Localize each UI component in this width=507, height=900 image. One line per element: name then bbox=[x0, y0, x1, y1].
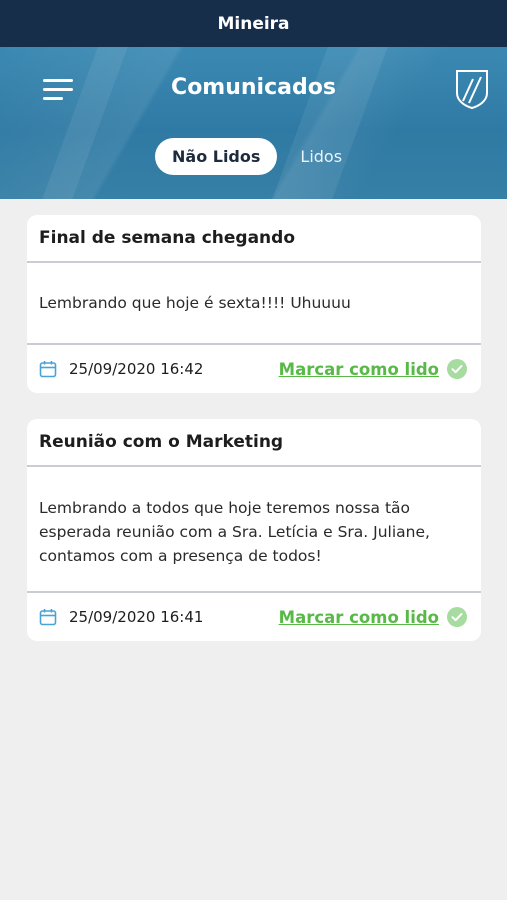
page-title: Comunicados bbox=[171, 75, 336, 100]
message-date: 25/09/2020 16:41 bbox=[69, 608, 204, 626]
message-title: Reunião com o Marketing bbox=[27, 419, 481, 467]
header: Comunicados Não Lidos Lidos bbox=[0, 47, 507, 199]
message-body-line: Lembrando a todos que hoje teremos nossa… bbox=[39, 499, 411, 517]
message-body-line: esperada reunião com a Sra. Letícia e Sr… bbox=[39, 523, 430, 541]
mark-as-read-label[interactable]: Marcar como lido bbox=[279, 608, 439, 627]
tab-nao-lidos[interactable]: Não Lidos bbox=[155, 137, 278, 175]
status-bar-title: Mineira bbox=[217, 13, 290, 34]
mark-as-read-label[interactable]: Marcar como lido bbox=[279, 360, 439, 379]
mark-as-read-button[interactable]: Marcar como lido bbox=[279, 593, 467, 641]
shield-logo-icon bbox=[456, 70, 488, 109]
header-background-decoration bbox=[272, 47, 388, 199]
message-body: Lembrando que hoje é sexta!!!! Uhuuuu bbox=[27, 263, 481, 345]
tab-label: Lidos bbox=[300, 146, 343, 166]
mark-as-read-button[interactable]: Marcar como lido bbox=[279, 345, 467, 393]
status-bar: Mineira bbox=[0, 0, 507, 47]
message-body-line: Lembrando que hoje é sexta!!!! Uhuuuu bbox=[39, 294, 351, 312]
check-circle-icon[interactable] bbox=[447, 607, 467, 627]
message-date: 25/09/2020 16:42 bbox=[69, 360, 204, 378]
calendar-icon bbox=[39, 361, 57, 378]
tab-label: Não Lidos bbox=[172, 146, 261, 166]
message-body-line: contamos com a presença de todos! bbox=[39, 547, 322, 565]
check-circle-icon[interactable] bbox=[447, 359, 467, 379]
calendar-icon bbox=[39, 609, 57, 626]
message-body: Lembrando a todos que hoje teremos nossa… bbox=[27, 467, 481, 593]
header-background-decoration bbox=[42, 47, 128, 199]
message-title: Final de semana chegando bbox=[27, 215, 481, 263]
message-card[interactable]: Final de semana chegando Lembrando que h… bbox=[27, 215, 481, 393]
message-footer: 25/09/2020 16:41 Marcar como lido bbox=[27, 593, 481, 641]
message-footer: 25/09/2020 16:42 Marcar como lido bbox=[27, 345, 481, 393]
tab-lidos[interactable]: Lidos bbox=[283, 138, 359, 175]
message-card[interactable]: Reunião com o Marketing Lembrando a todo… bbox=[27, 419, 481, 641]
tab-bar: Não Lidos Lidos bbox=[155, 137, 359, 175]
